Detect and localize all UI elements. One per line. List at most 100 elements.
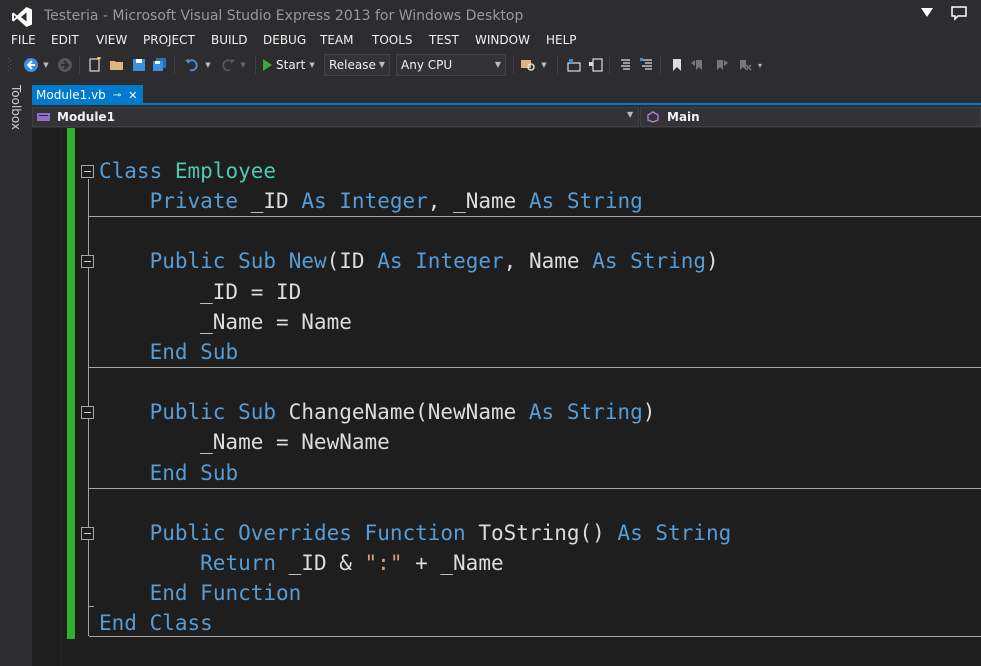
navigate-back-icon[interactable] <box>22 55 40 75</box>
toolbox-tab[interactable]: Toolbox <box>9 85 23 130</box>
close-icon[interactable]: ✕ <box>128 89 137 102</box>
menu-debug[interactable]: DEBUG <box>263 33 306 47</box>
navigate-back-dropdown-icon[interactable]: ▼ <box>41 55 51 75</box>
menu-test[interactable]: TEST <box>429 33 459 47</box>
previous-bookmark-icon[interactable] <box>689 55 707 75</box>
open-file-icon[interactable] <box>108 55 126 75</box>
code-token: , Name <box>503 249 593 273</box>
chevron-down-icon[interactable]: ▼ <box>627 110 633 119</box>
collapse-sub-changename-icon[interactable] <box>81 406 94 419</box>
play-icon <box>263 59 272 71</box>
solution-explorer-icon[interactable] <box>565 55 583 75</box>
pin-icon[interactable]: ⊸ <box>113 90 121 101</box>
window-title: Testeria - Microsoft Visual Studio Expre… <box>44 8 524 24</box>
undo-dropdown-icon[interactable]: ▼ <box>203 55 213 75</box>
quick-launch-flag-icon[interactable] <box>918 4 936 22</box>
tab-module1-vb[interactable]: Module1.vb ⊸ ✕ <box>32 85 144 105</box>
properties-icon[interactable] <box>587 55 605 75</box>
uncomment-lines-icon[interactable] <box>638 55 656 75</box>
toolbox-strip <box>0 80 32 666</box>
save-icon[interactable] <box>130 55 148 75</box>
menu-help[interactable]: HELP <box>546 33 577 47</box>
menu-team[interactable]: TEAM <box>320 33 353 47</box>
code-line[interactable]: End Sub <box>99 461 239 485</box>
code-token: String <box>566 189 643 213</box>
code-token: ChangeName(NewName <box>276 400 529 424</box>
code-token: End <box>99 611 137 635</box>
menu-edit[interactable]: EDIT <box>51 33 79 47</box>
toolbar-overflow-icon[interactable]: ▾ <box>755 55 765 75</box>
next-bookmark-icon[interactable] <box>712 55 730 75</box>
code-line[interactable]: _ID = ID <box>99 280 301 304</box>
find-in-files-icon[interactable] <box>519 55 537 75</box>
code-token: New <box>288 249 327 273</box>
menu-window[interactable]: WINDOW <box>475 33 530 47</box>
code-line[interactable]: Public Overrides Function ToString() As … <box>99 521 732 545</box>
code-line[interactable]: Class Employee <box>99 159 276 183</box>
code-token: Sub <box>238 249 277 273</box>
solution-platform-select[interactable]: Any CPU ▼ <box>396 54 506 76</box>
comment-lines-icon[interactable] <box>616 55 634 75</box>
start-debugging-button[interactable]: Start ▼ <box>262 55 315 75</box>
navigate-forward-icon[interactable] <box>56 55 74 75</box>
find-dropdown-icon[interactable]: ▼ <box>539 55 549 75</box>
code-token: String <box>566 400 643 424</box>
code-token: Integer <box>415 249 504 273</box>
collapse-sub-new-icon[interactable] <box>81 255 94 268</box>
menu-file[interactable]: FILE <box>11 33 36 47</box>
feedback-icon[interactable] <box>950 4 968 22</box>
collapse-class-icon[interactable] <box>81 165 94 178</box>
code-token: Class <box>99 159 163 183</box>
code-token: Function <box>200 581 302 605</box>
code-line[interactable]: End Sub <box>99 340 239 364</box>
menu-view[interactable]: VIEW <box>96 33 127 47</box>
code-token: ) <box>706 249 719 273</box>
procedure-separator <box>89 636 981 637</box>
clear-bookmarks-icon[interactable] <box>735 55 753 75</box>
type-selector[interactable]: Module1 <box>32 107 639 127</box>
code-token: (ID <box>326 249 378 273</box>
code-line[interactable]: End Class <box>99 611 213 635</box>
code-token: Sub <box>200 461 239 485</box>
code-line[interactable]: Public Sub New(ID As Integer, Name As St… <box>99 249 719 273</box>
procedure-separator <box>89 367 981 368</box>
redo-icon[interactable] <box>219 55 237 75</box>
code-token: As <box>528 189 555 213</box>
code-token: As <box>377 249 403 273</box>
member-selector[interactable]: Main <box>640 107 981 127</box>
code-line[interactable]: Return _ID & ":" + _Name <box>99 551 503 575</box>
code-token: String <box>655 521 732 545</box>
code-token: As <box>301 189 327 213</box>
save-all-icon[interactable] <box>151 55 169 75</box>
menu-build[interactable]: BUILD <box>211 33 247 47</box>
solution-configuration-select[interactable]: Release ▼ <box>324 54 390 76</box>
toolbar-separator <box>557 56 558 74</box>
toggle-bookmark-icon[interactable] <box>668 55 686 75</box>
code-line[interactable]: _Name = Name <box>99 310 352 334</box>
menu-project[interactable]: PROJECT <box>143 33 195 47</box>
configuration-value: Release <box>329 58 376 72</box>
code-token: ToString() <box>465 521 618 545</box>
code-line[interactable]: Public Sub ChangeName(NewName As String) <box>99 400 656 424</box>
code-token: End <box>149 581 188 605</box>
new-project-icon[interactable] <box>86 55 104 75</box>
start-dropdown-icon[interactable]: ▼ <box>309 61 314 69</box>
collapse-function-tostring-icon[interactable] <box>81 527 94 540</box>
code-line[interactable]: _Name = NewName <box>99 430 390 454</box>
chevron-down-icon: ▼ <box>378 60 385 69</box>
redo-dropdown-icon[interactable]: ▼ <box>238 55 248 75</box>
code-line[interactable]: Private _ID As Integer, _Name As String <box>99 189 643 213</box>
code-line[interactable]: End Function <box>99 581 302 605</box>
undo-icon[interactable] <box>183 55 201 75</box>
menu-tools[interactable]: TOOLS <box>372 33 413 47</box>
module-icon <box>37 113 50 121</box>
